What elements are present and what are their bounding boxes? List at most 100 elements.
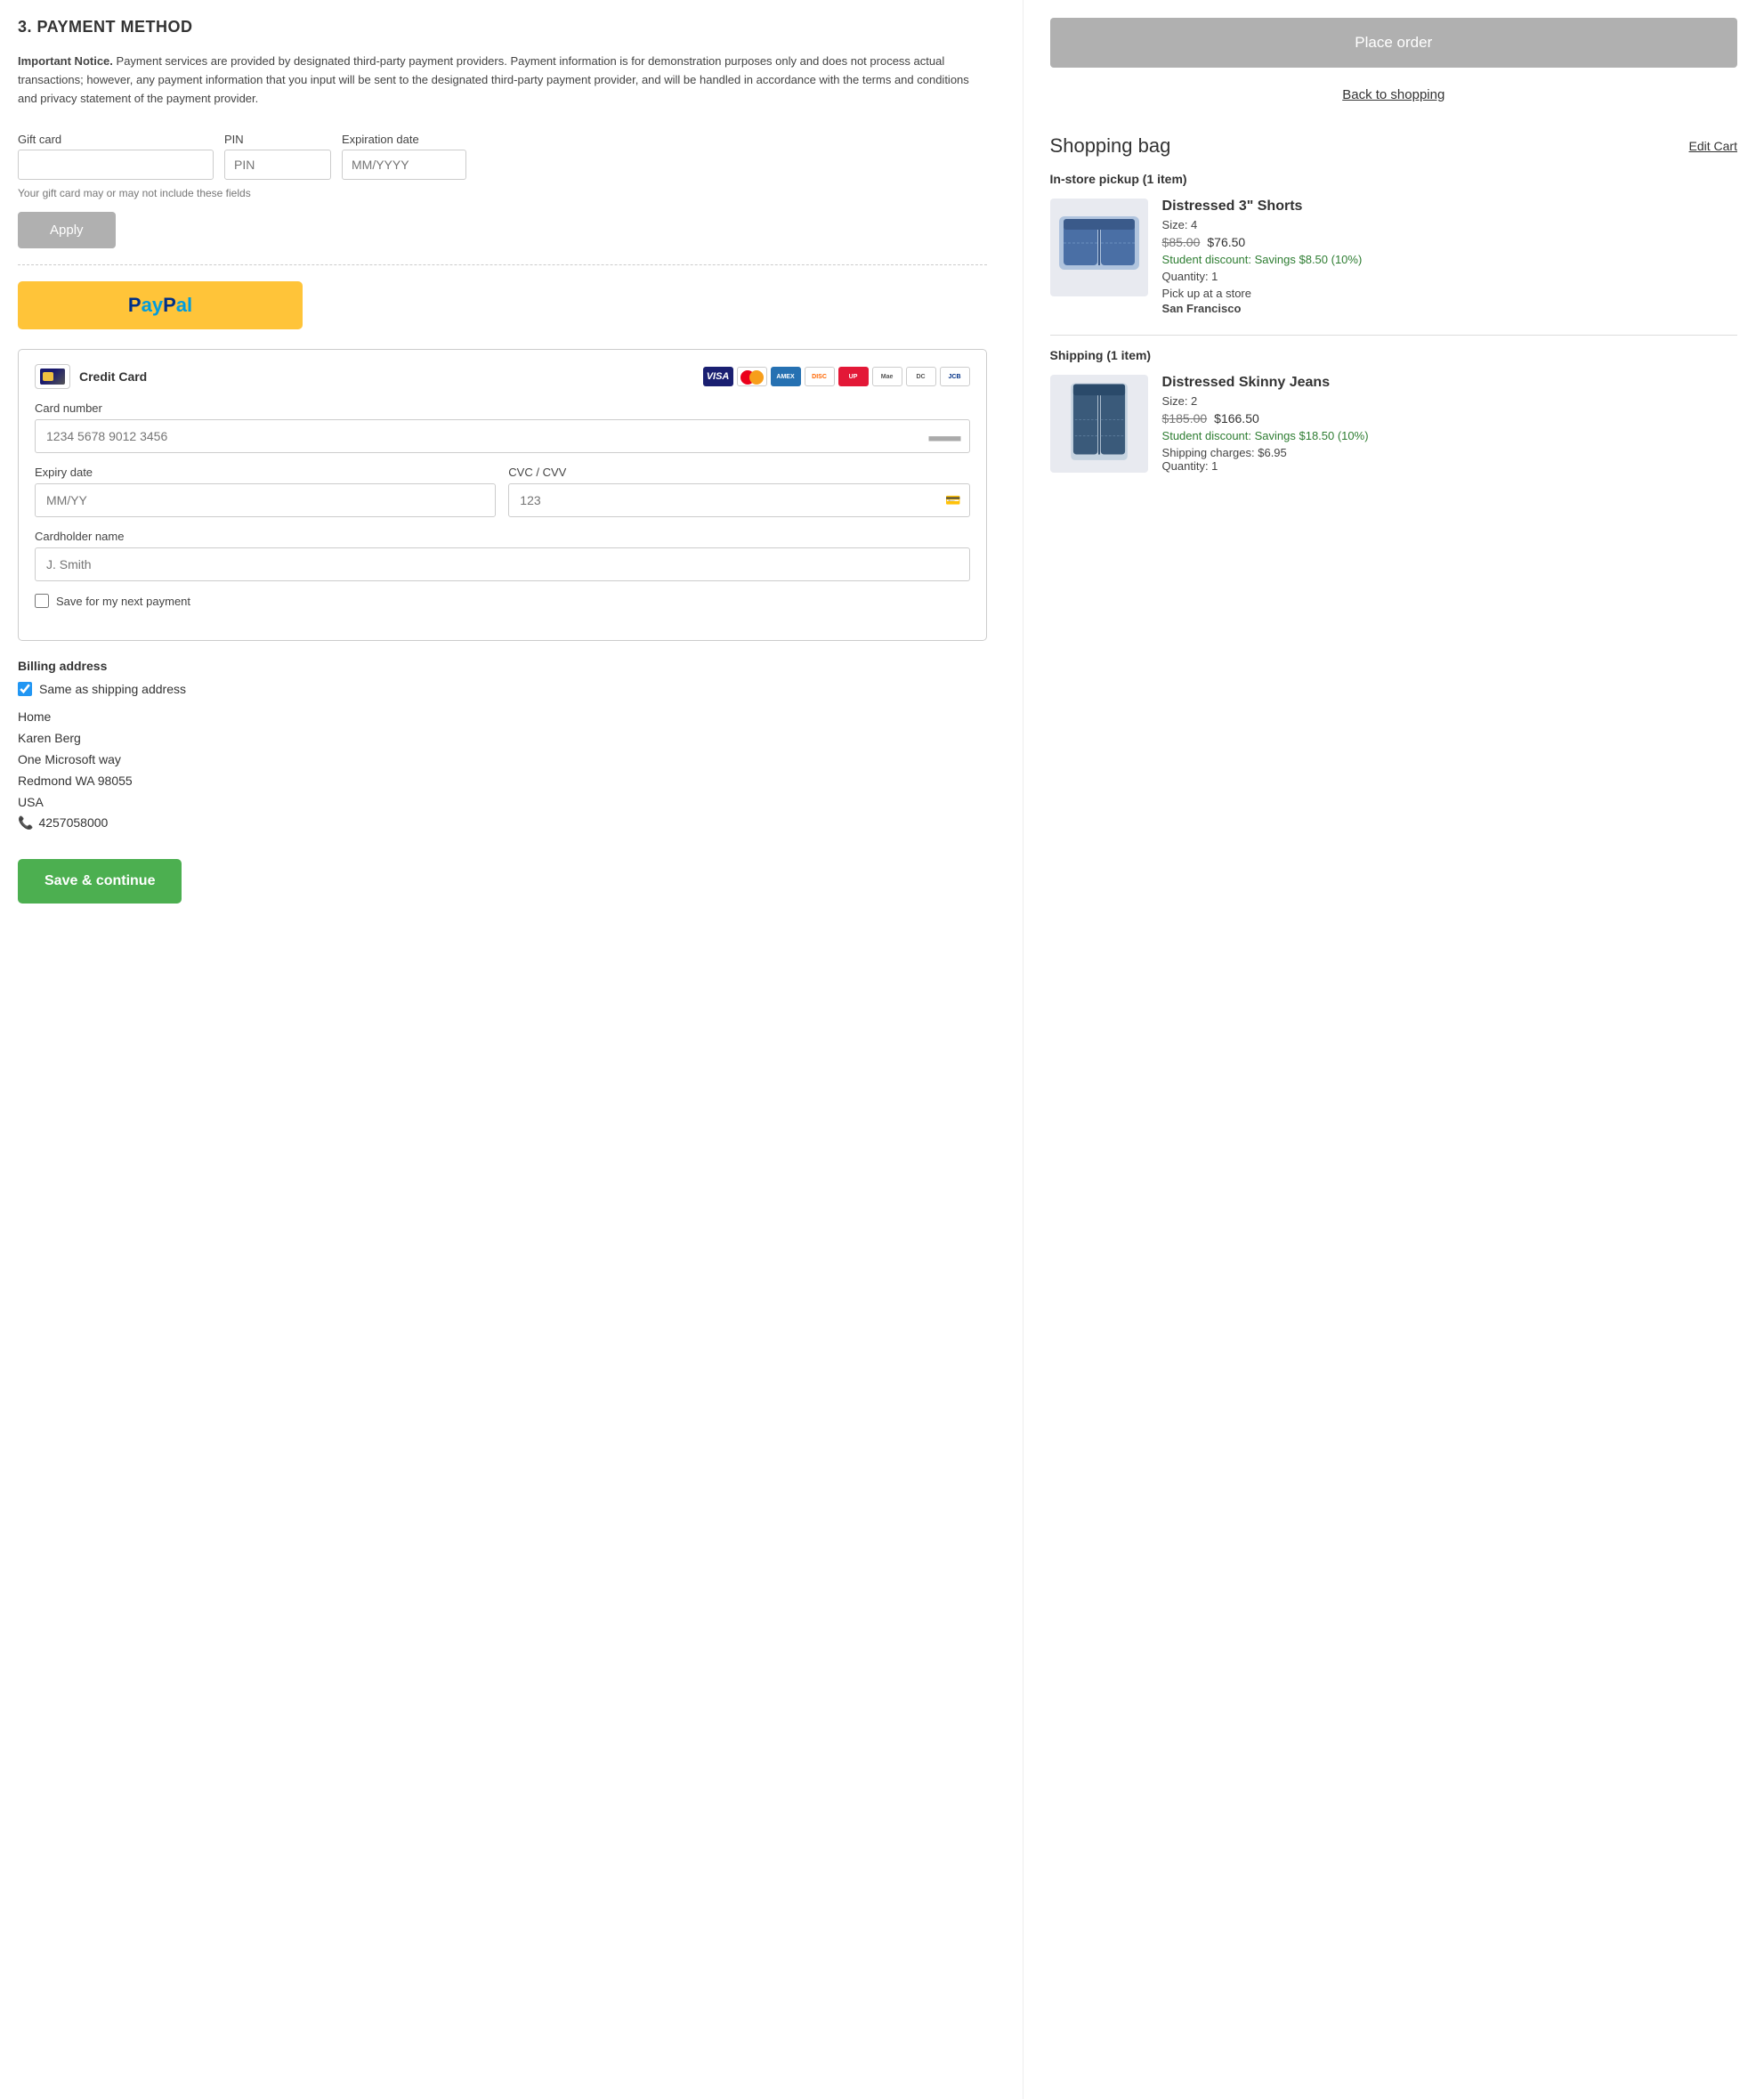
product-1-size: Size: 4 <box>1162 218 1737 231</box>
cvc-field: CVC / CVV 💳 <box>508 466 969 517</box>
expiry-date-input[interactable] <box>35 483 496 517</box>
phone-icon: 📞 <box>18 813 33 834</box>
unionpay-logo: UP <box>838 367 869 386</box>
gift-card-input[interactable] <box>18 150 214 180</box>
expiry-field-group: Expiration date <box>342 133 466 180</box>
product-1-pickup-location: San Francisco <box>1162 302 1737 315</box>
product-1-prices: $85.00 $76.50 <box>1162 235 1737 249</box>
mastercard-logo <box>737 367 767 386</box>
cardholder-input[interactable] <box>35 547 970 581</box>
place-order-button[interactable]: Place order <box>1050 18 1737 68</box>
pin-field-group: PIN <box>224 133 331 180</box>
save-checkbox-row: Save for my next payment <box>35 594 970 608</box>
cardholder-field: Cardholder name <box>35 530 970 581</box>
card-number-input[interactable] <box>35 419 970 453</box>
cvc-icon: 💳 <box>945 493 960 508</box>
same-address-checkbox[interactable] <box>18 682 32 696</box>
expiry-date-label: Expiry date <box>35 466 496 479</box>
notice-text: Payment services are provided by designa… <box>18 54 969 105</box>
product-2-original-price: $185.00 <box>1162 411 1208 425</box>
payment-notice: Important Notice. Payment services are p… <box>18 53 987 108</box>
product-1-location-bold: San Francisco <box>1162 302 1242 315</box>
credit-card-section: Credit Card VISA AMEX DISC UP Mae DC JCB… <box>18 349 987 641</box>
shopping-bag-title: Shopping bag <box>1050 134 1171 158</box>
credit-card-label: Credit Card <box>35 364 147 389</box>
save-continue-button[interactable]: Save & continue <box>18 859 182 904</box>
discover-logo: DISC <box>805 367 835 386</box>
product-1-name: Distressed 3" Shorts <box>1162 199 1737 215</box>
right-panel: Place order Back to shopping Shopping ba… <box>1024 0 1764 2099</box>
edit-cart-link[interactable]: Edit Cart <box>1689 139 1737 153</box>
product-2-info: Distressed Skinny Jeans Size: 2 $185.00 … <box>1162 375 1737 476</box>
product-2-size: Size: 2 <box>1162 394 1737 408</box>
gift-expiry-input[interactable] <box>342 150 466 180</box>
gift-card-field-group: Gift card <box>18 133 214 180</box>
jcb-logo: JCB <box>940 367 970 386</box>
paypal-label: PayPal <box>128 294 192 317</box>
product-1-original-price: $85.00 <box>1162 235 1201 249</box>
pickup-section-label: In-store pickup (1 item) <box>1050 172 1737 186</box>
billing-same-row: Same as shipping address <box>18 682 987 696</box>
product-2-qty: Quantity: 1 <box>1162 459 1737 473</box>
shopping-bag-header: Shopping bag Edit Cart <box>1050 134 1737 158</box>
save-payment-checkbox[interactable] <box>35 594 49 608</box>
billing-address: Home Karen Berg One Microsoft way Redmon… <box>18 707 987 834</box>
save-payment-label: Save for my next payment <box>56 595 190 608</box>
billing-title: Billing address <box>18 659 987 673</box>
card-number-icon: ▬▬ <box>929 427 961 446</box>
card-number-field: Card number ▬▬ <box>35 401 970 453</box>
gift-card-label: Gift card <box>18 133 214 146</box>
card-logos: VISA AMEX DISC UP Mae DC JCB <box>703 367 970 386</box>
cvc-input-wrapper: 💳 <box>508 483 969 517</box>
address-line-3: One Microsoft way <box>18 750 987 771</box>
expiry-date-field: Expiry date <box>35 466 496 517</box>
product-2-shipping: Shipping charges: $6.95 <box>1162 446 1737 459</box>
product-1-pickup-label: Pick up at a store <box>1162 287 1737 300</box>
shorts-svg <box>1055 207 1144 288</box>
cardholder-label: Cardholder name <box>35 530 970 543</box>
product-2-name: Distressed Skinny Jeans <box>1162 375 1737 391</box>
paypal-light: ay <box>142 294 163 316</box>
expiry-label: Expiration date <box>342 133 466 146</box>
product-2-row: Distressed Skinny Jeans Size: 2 $185.00 … <box>1050 375 1737 476</box>
address-line-1: Home <box>18 707 987 728</box>
card-number-label: Card number <box>35 401 970 415</box>
credit-card-icon <box>40 369 65 385</box>
pin-input[interactable] <box>224 150 331 180</box>
gift-hint: Your gift card may or may not include th… <box>18 187 987 199</box>
phone-row: 📞 4257058000 <box>18 813 987 834</box>
product-1-qty: Quantity: 1 <box>1162 270 1737 283</box>
paypal-pal2: al <box>176 294 192 316</box>
visa-logo: VISA <box>703 367 733 386</box>
same-address-label: Same as shipping address <box>39 682 186 696</box>
cvc-label: CVC / CVV <box>508 466 969 479</box>
notice-bold: Important Notice. <box>18 54 113 68</box>
paypal-button[interactable]: PayPal <box>18 281 303 329</box>
product-2-discount: Student discount: Savings $18.50 (10%) <box>1162 429 1737 442</box>
address-line-5: USA <box>18 792 987 814</box>
product-1-discount: Student discount: Savings $8.50 (10%) <box>1162 253 1737 266</box>
amex-logo: AMEX <box>771 367 801 386</box>
product-1-image <box>1050 199 1148 296</box>
product-1-discounted-price: $76.50 <box>1207 235 1245 249</box>
product-2-image <box>1050 375 1148 473</box>
address-line-4: Redmond WA 98055 <box>18 771 987 792</box>
divider-1 <box>18 264 987 265</box>
billing-section: Billing address Same as shipping address… <box>18 659 987 904</box>
credit-card-header: Credit Card VISA AMEX DISC UP Mae DC JCB <box>35 364 970 389</box>
credit-card-icon-box <box>35 364 70 389</box>
back-to-shopping-link[interactable]: Back to shopping <box>1050 87 1737 102</box>
section-title: 3. PAYMENT METHOD <box>18 18 987 36</box>
paypal-pal: P <box>163 294 176 316</box>
section-divider <box>1050 335 1737 336</box>
apply-button[interactable]: Apply <box>18 212 116 248</box>
address-line-2: Karen Berg <box>18 728 987 750</box>
product-1-row: Distressed 3" Shorts Size: 4 $85.00 $76.… <box>1050 199 1737 317</box>
shipping-section-label: Shipping (1 item) <box>1050 348 1737 362</box>
paypal-blue: P <box>128 294 142 316</box>
gift-row: Gift card PIN Expiration date <box>18 133 987 180</box>
cvc-input[interactable] <box>508 483 969 517</box>
gift-card-section: Gift card PIN Expiration date Your gift … <box>18 133 987 248</box>
expiry-cvc-row: Expiry date CVC / CVV 💳 <box>35 466 970 530</box>
phone-number: 4257058000 <box>38 813 108 834</box>
